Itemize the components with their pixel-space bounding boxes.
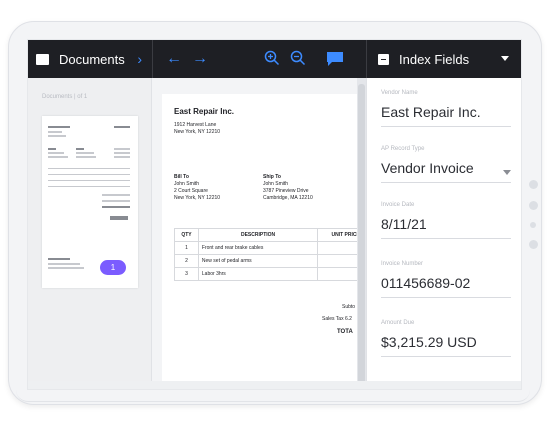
- tablet-side-buttons: [528, 180, 538, 261]
- caret-down-icon[interactable]: [501, 56, 509, 61]
- table-cell: 2: [174, 254, 199, 268]
- side-button: [528, 240, 538, 249]
- column-header: QTY: [174, 228, 199, 242]
- table-cell: Labor 3hrs: [197, 267, 319, 281]
- table-row: 2 New set of pedal arms 15: [174, 254, 366, 268]
- documents-panel: Documents | of 1 1: [28, 78, 152, 389]
- form-icon: [378, 53, 389, 65]
- thumb-line: [102, 194, 130, 196]
- thumb-line: [48, 152, 64, 154]
- thumb-line: [48, 263, 80, 265]
- tablet-edge: [16, 390, 530, 402]
- index-fields-panel: Vendor Name East Repair Inc. AP Record T…: [366, 78, 521, 389]
- thumb-line: [76, 148, 84, 150]
- bill-to-line: 2 Court Square: [174, 188, 208, 194]
- thumb-line: [76, 152, 94, 154]
- thumb-line: [114, 152, 130, 154]
- thumb-line: [114, 148, 130, 150]
- viewer-toolbar: ← →: [152, 40, 366, 78]
- thumb-signature: [110, 216, 128, 220]
- field-value[interactable]: 011456689-02: [381, 275, 511, 297]
- zoom-out-icon[interactable]: [290, 50, 306, 66]
- thumb-line: [114, 126, 130, 128]
- field-label: AP Record Type: [381, 146, 425, 152]
- thumb-line: [114, 156, 130, 158]
- bill-to-line: John Smith: [174, 181, 200, 187]
- top-bar: Documents › ← → Index Fields: [28, 40, 521, 78]
- field-label: Vendor Name: [381, 90, 418, 96]
- arrow-right-icon[interactable]: →: [192, 49, 208, 69]
- thumb-line: [48, 131, 62, 133]
- thumb-line: [48, 135, 66, 137]
- scrollbar-thumb[interactable]: [358, 84, 365, 384]
- thumb-line: [48, 126, 70, 128]
- document-icon: [36, 53, 49, 65]
- invoice-number-field[interactable]: Invoice Number 011456689-02: [381, 261, 511, 298]
- thumb-line: [48, 168, 130, 169]
- field-label: Amount Due: [381, 320, 415, 326]
- amount-due-field[interactable]: Amount Due $3,215.29 USD: [381, 320, 511, 357]
- column-header: DESCRIPTION: [197, 228, 319, 242]
- thumb-line: [102, 206, 130, 208]
- invoice-company: East Repair Inc.: [174, 107, 235, 116]
- table-cell: 1: [174, 241, 199, 255]
- dropdown-caret-icon[interactable]: [503, 170, 511, 175]
- field-value[interactable]: 8/11/21: [381, 216, 511, 238]
- bill-to-line: New York, NY 12210: [174, 195, 221, 201]
- documents-count: Documents | of 1: [42, 94, 88, 100]
- vendor-name-field[interactable]: Vendor Name East Repair Inc.: [381, 90, 511, 127]
- field-value[interactable]: Vendor Invoice: [381, 160, 511, 182]
- sales-tax-label: Sales Tax 6.2: [322, 316, 352, 322]
- invoice-date-field[interactable]: Invoice Date 8/11/21: [381, 202, 511, 239]
- ship-to-line: John Smith: [263, 181, 289, 187]
- ship-to-label: Ship To: [263, 174, 281, 180]
- documents-label: Documents: [59, 51, 125, 67]
- table-row: 3 Labor 3hrs 5: [174, 267, 366, 281]
- bottom-bar: [28, 381, 521, 389]
- subtotal-label: Subto: [342, 304, 356, 310]
- thumb-line: [48, 156, 68, 158]
- invoice-address-2: New York, NY 12210: [174, 129, 221, 135]
- table-cell: 3: [174, 267, 199, 281]
- ship-to-line: Cambridge, MA 12210: [263, 195, 313, 201]
- field-label: Invoice Date: [381, 202, 415, 208]
- table-row: 1 Front and rear brake cables 100: [174, 241, 366, 255]
- page-badge[interactable]: 1: [100, 260, 126, 275]
- thumb-line: [48, 267, 84, 269]
- table-cell: New set of pedal arms: [197, 254, 319, 268]
- comment-icon[interactable]: [326, 51, 344, 67]
- ap-record-type-field[interactable]: AP Record Type Vendor Invoice: [381, 146, 511, 183]
- arrow-left-icon[interactable]: ←: [166, 49, 182, 69]
- index-fields-header[interactable]: Index Fields: [366, 40, 521, 78]
- zoom-in-icon[interactable]: [264, 50, 280, 66]
- ship-to-line: 3787 Pineview Drive: [263, 188, 309, 194]
- thumb-line: [48, 180, 130, 181]
- thumb-line: [48, 174, 130, 175]
- document-viewer[interactable]: East Repair Inc. 1912 Harvest Lane New Y…: [152, 78, 366, 389]
- field-value[interactable]: East Repair Inc.: [381, 104, 511, 126]
- index-fields-label: Index Fields: [399, 51, 470, 67]
- field-label: Invoice Number: [381, 261, 424, 267]
- chevron-right-icon[interactable]: ›: [137, 51, 142, 67]
- line-items-table: QTY DESCRIPTION UNIT PRICE 1 Front and r…: [174, 228, 366, 281]
- table-header-row: QTY DESCRIPTION UNIT PRICE: [174, 228, 366, 242]
- thumb-line: [76, 156, 96, 158]
- viewer-scrollbar[interactable]: [357, 78, 366, 389]
- invoice-address-1: 1912 Harvest Lane: [174, 122, 217, 128]
- thumb-line: [48, 148, 56, 150]
- table-cell: Front and rear brake cables: [197, 241, 319, 255]
- documents-header[interactable]: Documents ›: [28, 40, 152, 78]
- thumb-line: [48, 258, 70, 260]
- thumb-line: [102, 200, 130, 202]
- document-thumbnail[interactable]: 1: [42, 116, 138, 288]
- side-button: [530, 222, 536, 228]
- thumb-line: [48, 186, 130, 187]
- side-button: [528, 201, 538, 210]
- side-button: [528, 180, 538, 189]
- app-screen: Documents › ← → Index Fields Documents |…: [27, 39, 522, 390]
- bill-to-label: Bill To: [174, 174, 189, 180]
- field-value[interactable]: $3,215.29 USD: [381, 334, 511, 356]
- invoice-page: East Repair Inc. 1912 Harvest Lane New Y…: [162, 94, 366, 389]
- total-label: TOTA: [337, 329, 353, 335]
